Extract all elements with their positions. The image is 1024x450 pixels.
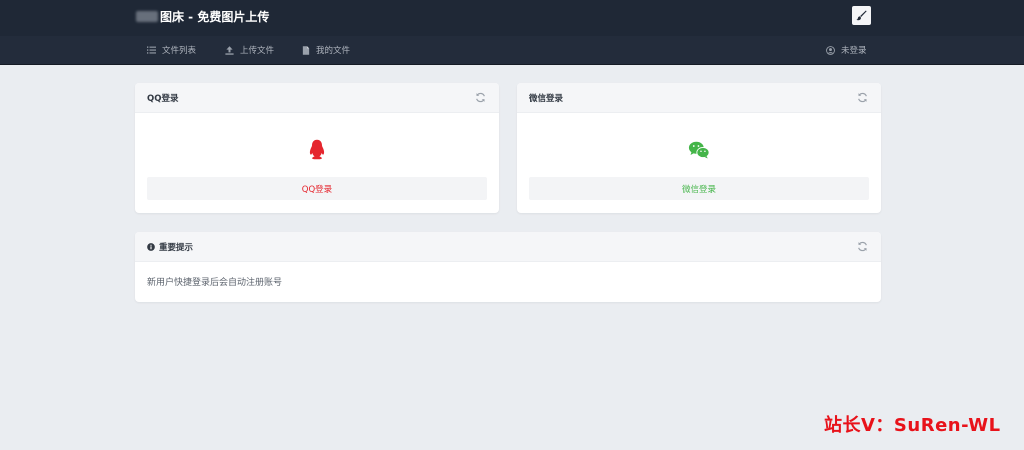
watermark-text: 站长V：SuRen-WL bbox=[824, 415, 1001, 436]
user-login-status[interactable]: 未登录 bbox=[826, 36, 867, 64]
refresh-icon[interactable] bbox=[857, 92, 868, 103]
theme-toggle-button[interactable] bbox=[852, 6, 871, 25]
site-title: 图床 - 免费图片上传 bbox=[160, 10, 270, 24]
panel-header: 重要提示 bbox=[135, 232, 881, 262]
refresh-icon[interactable] bbox=[475, 92, 486, 103]
brush-icon bbox=[856, 10, 867, 21]
nav-item-file-list[interactable]: 文件列表 bbox=[147, 36, 196, 64]
main-nav: 文件列表 上传文件 我的文件 未登录 bbox=[0, 36, 1024, 65]
site-brand[interactable]: 图床 - 免费图片上传 bbox=[136, 0, 269, 33]
panel-title: 重要提示 bbox=[159, 242, 194, 253]
file-icon bbox=[302, 45, 310, 55]
nav-item-label: 我的文件 bbox=[316, 46, 351, 56]
wechat-icon bbox=[688, 141, 710, 159]
user-icon bbox=[826, 45, 835, 55]
user-status-label: 未登录 bbox=[841, 46, 867, 56]
panel-header: 微信登录 bbox=[517, 83, 881, 113]
nav-item-label: 上传文件 bbox=[240, 46, 275, 56]
info-circle-icon bbox=[147, 242, 155, 251]
panel-header: QQ登录 bbox=[135, 83, 499, 113]
upload-icon bbox=[225, 45, 234, 55]
nav-item-my-files[interactable]: 我的文件 bbox=[302, 36, 350, 64]
panel-title: 微信登录 bbox=[529, 93, 564, 104]
wechat-login-panel: 微信登录 微信登录 bbox=[517, 83, 881, 213]
nav-item-upload[interactable]: 上传文件 bbox=[225, 36, 274, 64]
refresh-icon[interactable] bbox=[857, 241, 868, 252]
panel-title: QQ登录 bbox=[147, 93, 179, 104]
qq-login-button[interactable]: QQ登录 bbox=[147, 177, 487, 200]
notice-text: 新用户快捷登录后会自动注册账号 bbox=[147, 278, 283, 288]
nav-item-label: 文件列表 bbox=[162, 46, 197, 56]
top-header: 图床 - 免费图片上传 bbox=[0, 0, 1024, 36]
list-icon bbox=[147, 46, 156, 54]
notice-panel: 重要提示 新用户快捷登录后会自动注册账号 bbox=[135, 232, 881, 302]
qq-login-panel: QQ登录 QQ登录 bbox=[135, 83, 499, 213]
wechat-login-button[interactable]: 微信登录 bbox=[529, 177, 869, 200]
qq-penguin-icon bbox=[309, 139, 325, 160]
blurred-site-name bbox=[136, 11, 158, 22]
